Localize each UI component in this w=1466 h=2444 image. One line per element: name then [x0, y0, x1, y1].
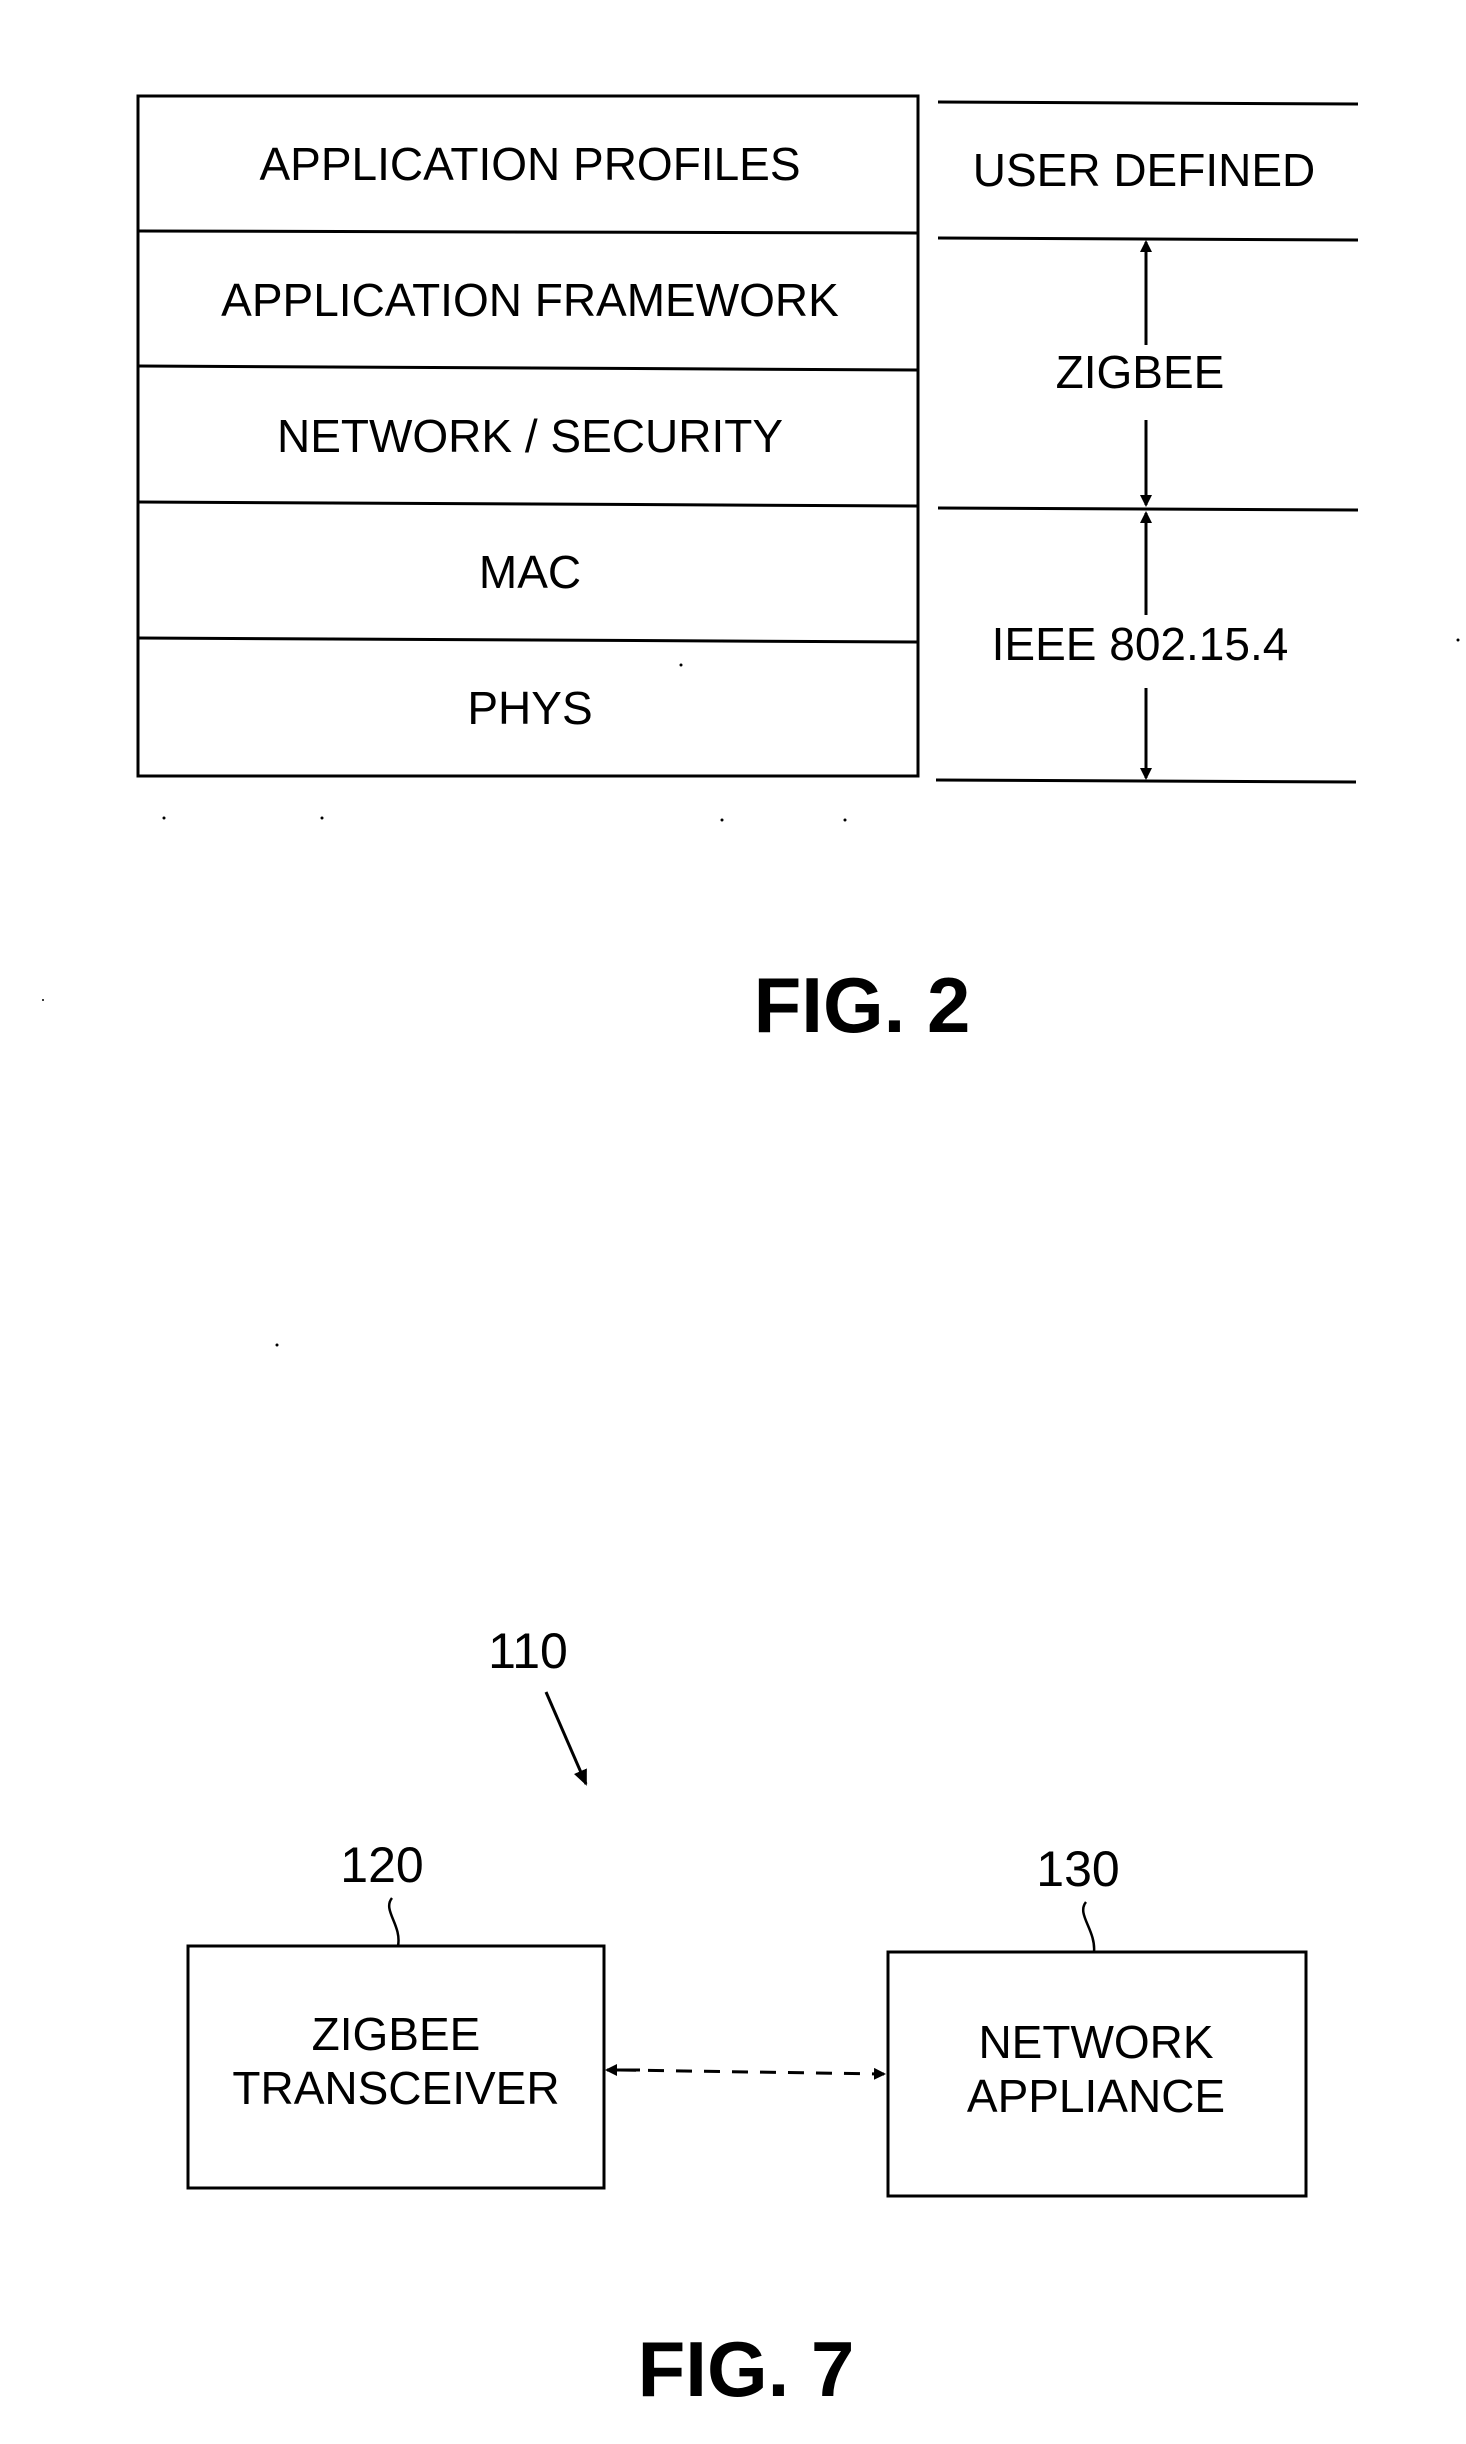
ref-120-leader [388, 1897, 400, 1947]
network-appliance-line2: APPLIANCE [967, 2070, 1225, 2122]
ref-130-leader [1082, 1901, 1096, 1953]
ref-120: 120 [340, 1837, 423, 1893]
stack-divider [137, 500, 919, 508]
ref-110: 110 [488, 1623, 568, 1679]
layer-application-profiles: APPLICATION PROFILES [259, 138, 800, 190]
zigbee-transceiver-line2: TRANSCEIVER [232, 2062, 559, 2114]
ref-130: 130 [1036, 1841, 1119, 1897]
layer-mac: MAC [479, 546, 581, 598]
zigbee-transceiver-line1: ZIGBEE [312, 2008, 481, 2060]
stack-divider [137, 636, 919, 644]
group-zigbee: ZIGBEE [1056, 346, 1225, 398]
layer-application-framework: APPLICATION FRAMEWORK [221, 274, 839, 326]
fig7-system: 110 120 ZIGBEE TRANSCEIVER 130 NETWORK A… [186, 1623, 1308, 2198]
scan-artifacts [42, 638, 1460, 1347]
network-appliance-line1: NETWORK [978, 2016, 1213, 2068]
layer-network-security: NETWORK / SECURITY [277, 410, 783, 462]
bracket-line [935, 778, 1357, 784]
stack-divider [137, 364, 919, 372]
fig7-caption: FIG. 7 [638, 2325, 855, 2413]
bracket-line [937, 100, 1359, 106]
bracket-line [937, 236, 1359, 242]
fig2-standard-brackets: USER DEFINED ZIGBEE IEEE 802.15.4 [935, 100, 1359, 784]
layer-phys: PHYS [467, 682, 592, 734]
group-ieee-802-15-4: IEEE 802.15.4 [992, 618, 1289, 670]
bracket-line [937, 506, 1359, 512]
ref-110-leader-arrow [544, 1691, 588, 1786]
group-user-defined: USER DEFINED [973, 144, 1315, 196]
stack-divider [137, 229, 919, 235]
fig2-protocol-stack: APPLICATION PROFILES APPLICATION FRAMEWO… [136, 94, 920, 778]
dashed-connection-arrow [619, 2067, 886, 2080]
patent-drawing-sheet: APPLICATION PROFILES APPLICATION FRAMEWO… [42, 94, 1460, 2413]
fig2-caption: FIG. 2 [754, 961, 971, 1049]
